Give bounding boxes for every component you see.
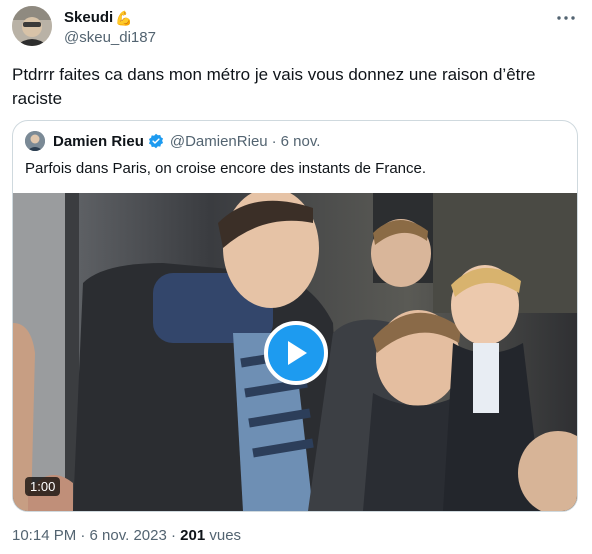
quoted-tweet-text: Parfois dans Paris, on croise encore des… [25, 160, 427, 177]
video-player[interactable]: 1:00 [13, 193, 577, 511]
views-label: vues [209, 527, 242, 544]
quoted-author-handle[interactable]: @DamienRieu [170, 133, 268, 150]
verified-badge-icon [148, 133, 163, 149]
quoted-tweet[interactable]: Damien Rieu @DamienRieu · 6 nov. Parfois… [12, 120, 578, 512]
author-avatar[interactable] [12, 6, 52, 46]
tweet-text: Ptdrrr faites ca dans mon métro je vais … [12, 65, 536, 108]
quoted-tweet-header: Damien Rieu @DamienRieu · 6 nov. [25, 131, 320, 151]
avatar-image [12, 6, 52, 46]
video-duration: 1:00 [25, 477, 61, 496]
tweet-meta: 10:14 PM · 6 nov. 2023 · 201 vues [12, 527, 241, 544]
play-button[interactable] [264, 321, 328, 385]
quoted-avatar-image [25, 131, 45, 151]
tweet-author: Skeudi 💪 @skeu_di187 [64, 8, 156, 48]
author-name-row[interactable]: Skeudi 💪 [64, 8, 156, 28]
meta-separator: · [166, 527, 181, 544]
play-icon [288, 341, 307, 365]
quoted-date[interactable]: 6 nov. [281, 133, 321, 150]
quoted-separator: · [271, 132, 277, 150]
quoted-author-name[interactable]: Damien Rieu [53, 133, 144, 150]
quoted-author-avatar[interactable] [25, 131, 45, 151]
more-options-button[interactable] [554, 8, 578, 28]
author-name-emoji: 💪 [115, 10, 133, 26]
author-name[interactable]: Skeudi [64, 8, 113, 28]
author-handle[interactable]: @skeu_di187 [64, 28, 156, 48]
tweet-timestamp[interactable]: 10:14 PM · 6 nov. 2023 [12, 527, 167, 544]
more-horizontal-icon [557, 16, 575, 20]
views-count: 201 [180, 527, 206, 544]
